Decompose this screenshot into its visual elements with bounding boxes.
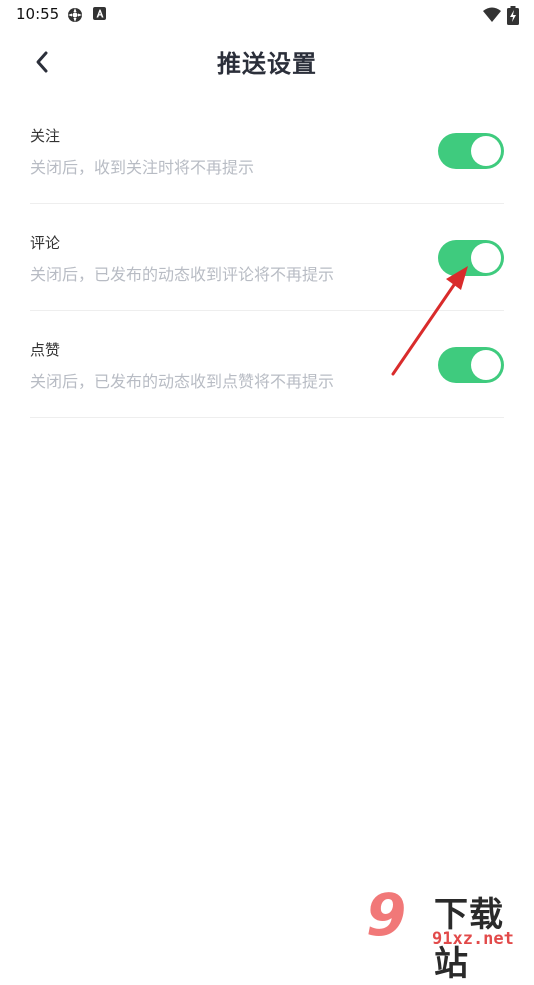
setting-title: 评论 — [30, 234, 61, 252]
comment-toggle[interactable] — [438, 240, 504, 276]
header: 推送设置 — [0, 30, 534, 94]
battery-charging-icon — [507, 6, 519, 25]
watermark-logo-icon: 9 — [366, 881, 407, 949]
setting-row-follow: 关注 关闭后，收到关注时将不再提示 — [30, 97, 504, 204]
follow-toggle[interactable] — [438, 133, 504, 169]
setting-title: 点赞 — [30, 341, 61, 359]
setting-description: 关闭后，已发布的动态收到点赞将不再提示 — [30, 372, 335, 391]
watermark-url: 91xz.net — [432, 929, 514, 949]
wifi-icon — [483, 7, 501, 22]
status-time: 10:55 — [16, 5, 60, 23]
toggle-knob — [471, 136, 501, 166]
setting-description: 关闭后，已发布的动态收到评论将不再提示 — [30, 265, 335, 284]
setting-row-comment: 评论 关闭后，已发布的动态收到评论将不再提示 — [30, 204, 504, 311]
gear-icon — [68, 8, 82, 22]
status-bar: 10:55 — [0, 0, 534, 30]
toggle-knob — [471, 350, 501, 380]
setting-title: 关注 — [30, 127, 61, 145]
page-title: 推送设置 — [217, 50, 317, 78]
a-badge-icon — [93, 7, 106, 20]
toggle-knob — [471, 243, 501, 273]
settings-list: 关注 关闭后，收到关注时将不再提示 评论 关闭后，已发布的动态收到评论将不再提示… — [30, 97, 504, 418]
setting-description: 关闭后，收到关注时将不再提示 — [30, 158, 255, 177]
like-toggle[interactable] — [438, 347, 504, 383]
setting-row-like: 点赞 关闭后，已发布的动态收到点赞将不再提示 — [30, 311, 504, 418]
watermark: 9 下载站 91xz.net — [360, 881, 534, 984]
